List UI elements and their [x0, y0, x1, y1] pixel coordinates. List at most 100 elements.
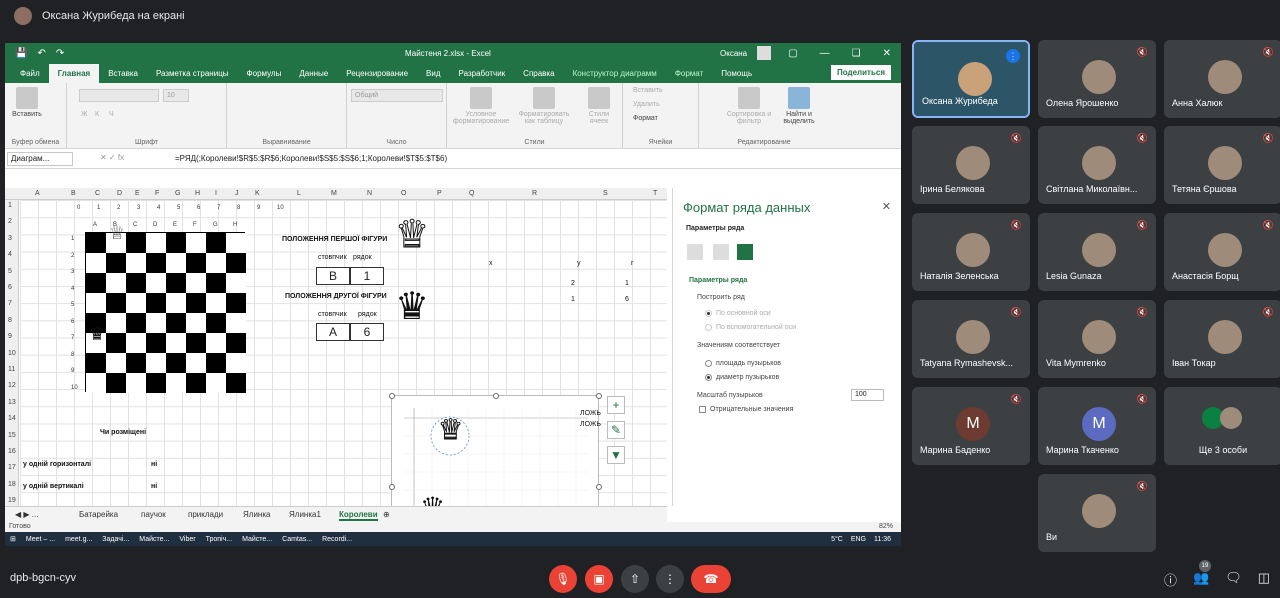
format-pane-close-icon[interactable]: ✕	[882, 200, 891, 213]
row-header[interactable]: 15	[8, 432, 16, 439]
close-icon[interactable]: ✕	[883, 48, 891, 59]
negative-values-checkbox[interactable]	[699, 406, 706, 413]
scale-input[interactable]: 100	[851, 389, 884, 401]
present-button[interactable]: ⇧	[621, 565, 649, 593]
chart-handle[interactable]	[389, 393, 395, 399]
primary-axis-radio[interactable]	[705, 310, 712, 317]
tab-tree[interactable]: Ялинка	[243, 510, 270, 519]
series-section-toggle[interactable]: Параметры ряда	[689, 277, 747, 284]
sort-filter-button[interactable]: Сортировка и фильтр	[725, 85, 773, 125]
menu-view[interactable]: Вид	[417, 69, 449, 83]
effects-icon[interactable]	[713, 244, 729, 260]
column-header[interactable]: A	[35, 190, 40, 197]
column-header[interactable]: C	[95, 190, 100, 197]
participant-tile[interactable]: 🔇 Ірина Белякова	[912, 126, 1030, 204]
cell-r6[interactable]: 1	[571, 296, 575, 303]
taskbar-item[interactable]: Viber	[174, 536, 200, 543]
tab-prev-icon[interactable]: ◀ ▶ ...	[15, 510, 38, 519]
formula-input[interactable]: =РЯД(;Королеви!$R$5:$R$6;Королеви!$S$5:$…	[175, 154, 447, 163]
secondary-axis-radio[interactable]	[705, 324, 712, 331]
chat-icon[interactable]: 🗨	[1225, 570, 1242, 589]
taskbar-item[interactable]: Meet – ...	[21, 536, 60, 543]
row-header[interactable]: 10	[8, 350, 16, 357]
row-header[interactable]: 8	[8, 317, 12, 324]
cell-r5[interactable]: 2	[571, 280, 575, 287]
cell-s6[interactable]: 6	[625, 296, 629, 303]
menu-tell-me[interactable]: Помощь	[712, 69, 761, 83]
menu-page-layout[interactable]: Разметка страницы	[147, 69, 238, 83]
participant-tile[interactable]: М 🔇 Марина Ткаченко	[1038, 387, 1156, 465]
first-row-cell[interactable]: 1	[350, 267, 384, 285]
series-options-icon[interactable]	[737, 244, 753, 260]
info-icon[interactable]: ⓘ	[1164, 570, 1177, 589]
row-header[interactable]: 7	[8, 300, 12, 307]
paste-button[interactable]: Вставить	[7, 85, 47, 118]
participant-tile[interactable]: ⋮ Оксана Журибеда	[912, 40, 1030, 118]
row-header[interactable]: 11	[8, 366, 15, 373]
activities-icon[interactable]: ◫	[1258, 570, 1270, 589]
fill-line-icon[interactable]	[687, 244, 703, 260]
chart-handle[interactable]	[596, 484, 602, 490]
row-header[interactable]: 4	[8, 251, 12, 258]
taskbar-item[interactable]: Тропіч...	[201, 536, 238, 543]
row-header[interactable]: 12	[8, 382, 16, 389]
redo-icon[interactable]: ↷	[56, 48, 64, 59]
chart-handle[interactable]	[596, 393, 602, 399]
column-header[interactable]: M	[331, 190, 337, 197]
row-header[interactable]: 3	[8, 235, 12, 242]
ribbon-display-icon[interactable]: ▢	[788, 48, 797, 59]
second-row-cell[interactable]: 6	[350, 323, 384, 341]
undo-icon[interactable]: ↶	[37, 48, 45, 59]
column-header[interactable]: G	[175, 190, 180, 197]
number-format-select[interactable]: Общий	[351, 89, 443, 102]
row-header[interactable]: 16	[8, 448, 16, 455]
menu-chart-design[interactable]: Конструктор диаграмм	[564, 69, 666, 83]
format-as-table-button[interactable]: Форматировать как таблицу	[513, 85, 575, 125]
bubble-area-radio[interactable]	[705, 360, 712, 367]
column-header[interactable]: E	[135, 190, 140, 197]
tab-tree1[interactable]: Ялинка1	[289, 510, 321, 519]
series-options-dropdown[interactable]: Параметры ряда	[686, 225, 744, 232]
leave-call-button[interactable]: ☎	[691, 565, 731, 593]
tab-examples[interactable]: приклади	[188, 510, 223, 519]
taskbar-item[interactable]: Recordi...	[317, 536, 357, 543]
row-header[interactable]: 6	[8, 284, 12, 291]
column-header[interactable]: S	[603, 190, 608, 197]
others-tile[interactable]: Ще 3 особи	[1164, 387, 1280, 465]
bubble-width-radio[interactable]	[705, 374, 712, 381]
column-header[interactable]: Q	[469, 190, 474, 197]
share-button[interactable]: Поделиться	[830, 65, 891, 80]
menu-home[interactable]: Главная	[48, 64, 100, 83]
menu-developer[interactable]: Разработчик	[450, 69, 515, 83]
column-header[interactable]: T	[653, 190, 657, 197]
menu-file[interactable]: Файл	[11, 69, 49, 83]
save-icon[interactable]: 💾	[15, 48, 27, 59]
participant-tile[interactable]: 🔇 Олена Ярошенко	[1038, 40, 1156, 118]
start-icon[interactable]: ⊞	[5, 535, 21, 543]
taskbar-item[interactable]: Задачі...	[97, 536, 134, 543]
chart-styles-button[interactable]: ✎	[607, 421, 625, 439]
clock[interactable]: 11:36	[874, 536, 891, 543]
name-box[interactable]: Диаграм...	[7, 152, 73, 166]
participant-tile[interactable]: 🔇 Іван Токар	[1164, 300, 1280, 378]
menu-review[interactable]: Рецензирование	[337, 69, 417, 83]
row-header[interactable]: 9	[8, 333, 12, 340]
row-header[interactable]: 19	[8, 497, 16, 504]
participant-tile[interactable]: 🔇 Lesia Gunaza	[1038, 213, 1156, 291]
row-header[interactable]: 18	[8, 481, 16, 488]
bold-button[interactable]: Ж	[81, 111, 87, 118]
minimize-icon[interactable]: —	[820, 48, 830, 59]
taskbar-item[interactable]: Майсте...	[134, 536, 174, 543]
insert-cells-button[interactable]: Вставить	[633, 87, 663, 94]
participant-tile[interactable]: 🔇 Анастасія Борщ	[1164, 213, 1280, 291]
worksheet[interactable]: ABCDEFGHIJKLMNOPQRST 1 2 3 4 5 6 7 8 9 10 11 12 13 14…	[5, 188, 667, 506]
column-header[interactable]: B	[71, 190, 76, 197]
column-header[interactable]: F	[155, 190, 159, 197]
taskbar-item[interactable]: meet.g...	[60, 536, 97, 543]
column-header[interactable]: I	[215, 190, 217, 197]
row-header[interactable]: 2	[8, 218, 12, 225]
participant-tile[interactable]: 🔇 Tatyana Rymashevsk...	[912, 300, 1030, 378]
participant-tile[interactable]: 🔇 Vita Mymrenko	[1038, 300, 1156, 378]
chart-elements-button[interactable]: +	[607, 396, 625, 414]
find-select-button[interactable]: Найти и выделить	[777, 85, 821, 125]
